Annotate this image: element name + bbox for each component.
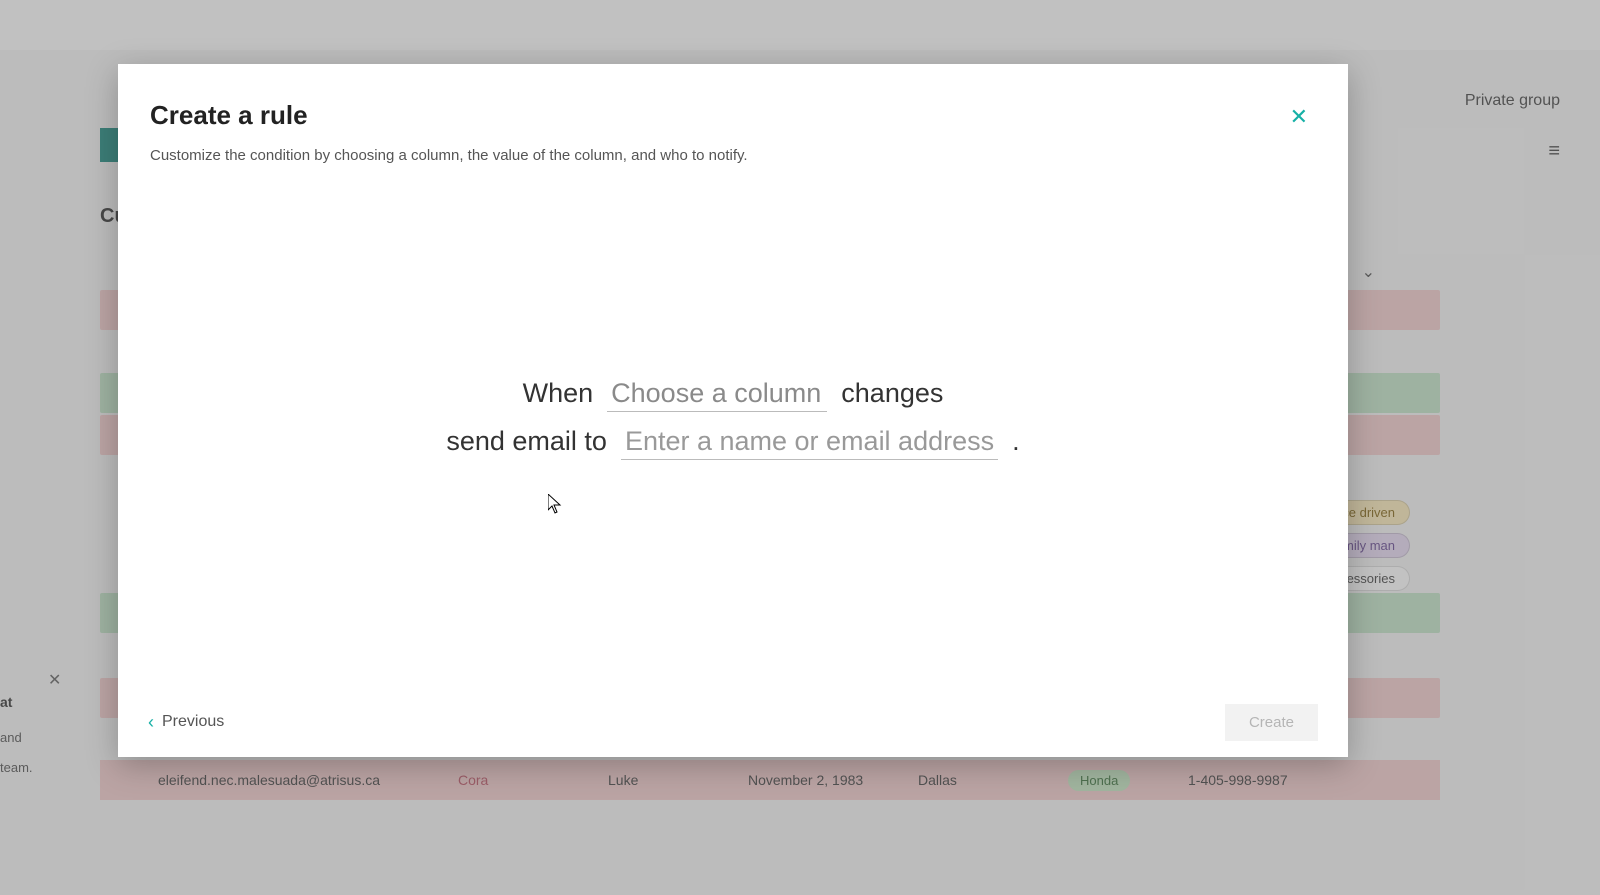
text-send-email-to: send email to [446,426,607,457]
rule-line-condition: When Choose a column changes [118,378,1348,412]
previous-button[interactable]: ‹ Previous [148,712,224,733]
modal-title: Create a rule [150,100,1316,131]
choose-column-dropdown[interactable]: Choose a column [607,378,827,412]
close-icon[interactable]: ✕ [1290,104,1308,130]
modal-footer: ‹ Previous Create [118,687,1348,757]
chevron-left-icon: ‹ [148,712,154,733]
rule-builder: When Choose a column changes send email … [118,364,1348,474]
recipient-input[interactable]: Enter a name or email address [621,426,998,460]
previous-label: Previous [162,713,224,731]
text-when: When [523,378,594,409]
modal-subtitle: Customize the condition by choosing a co… [118,139,1348,164]
create-rule-modal: ✕ Create a rule Customize the condition … [118,64,1348,757]
text-changes: changes [841,378,943,409]
text-period: . [1012,426,1020,457]
cursor-icon [548,494,562,519]
rule-line-action: send email to Enter a name or email addr… [118,426,1348,460]
create-button[interactable]: Create [1225,704,1318,741]
